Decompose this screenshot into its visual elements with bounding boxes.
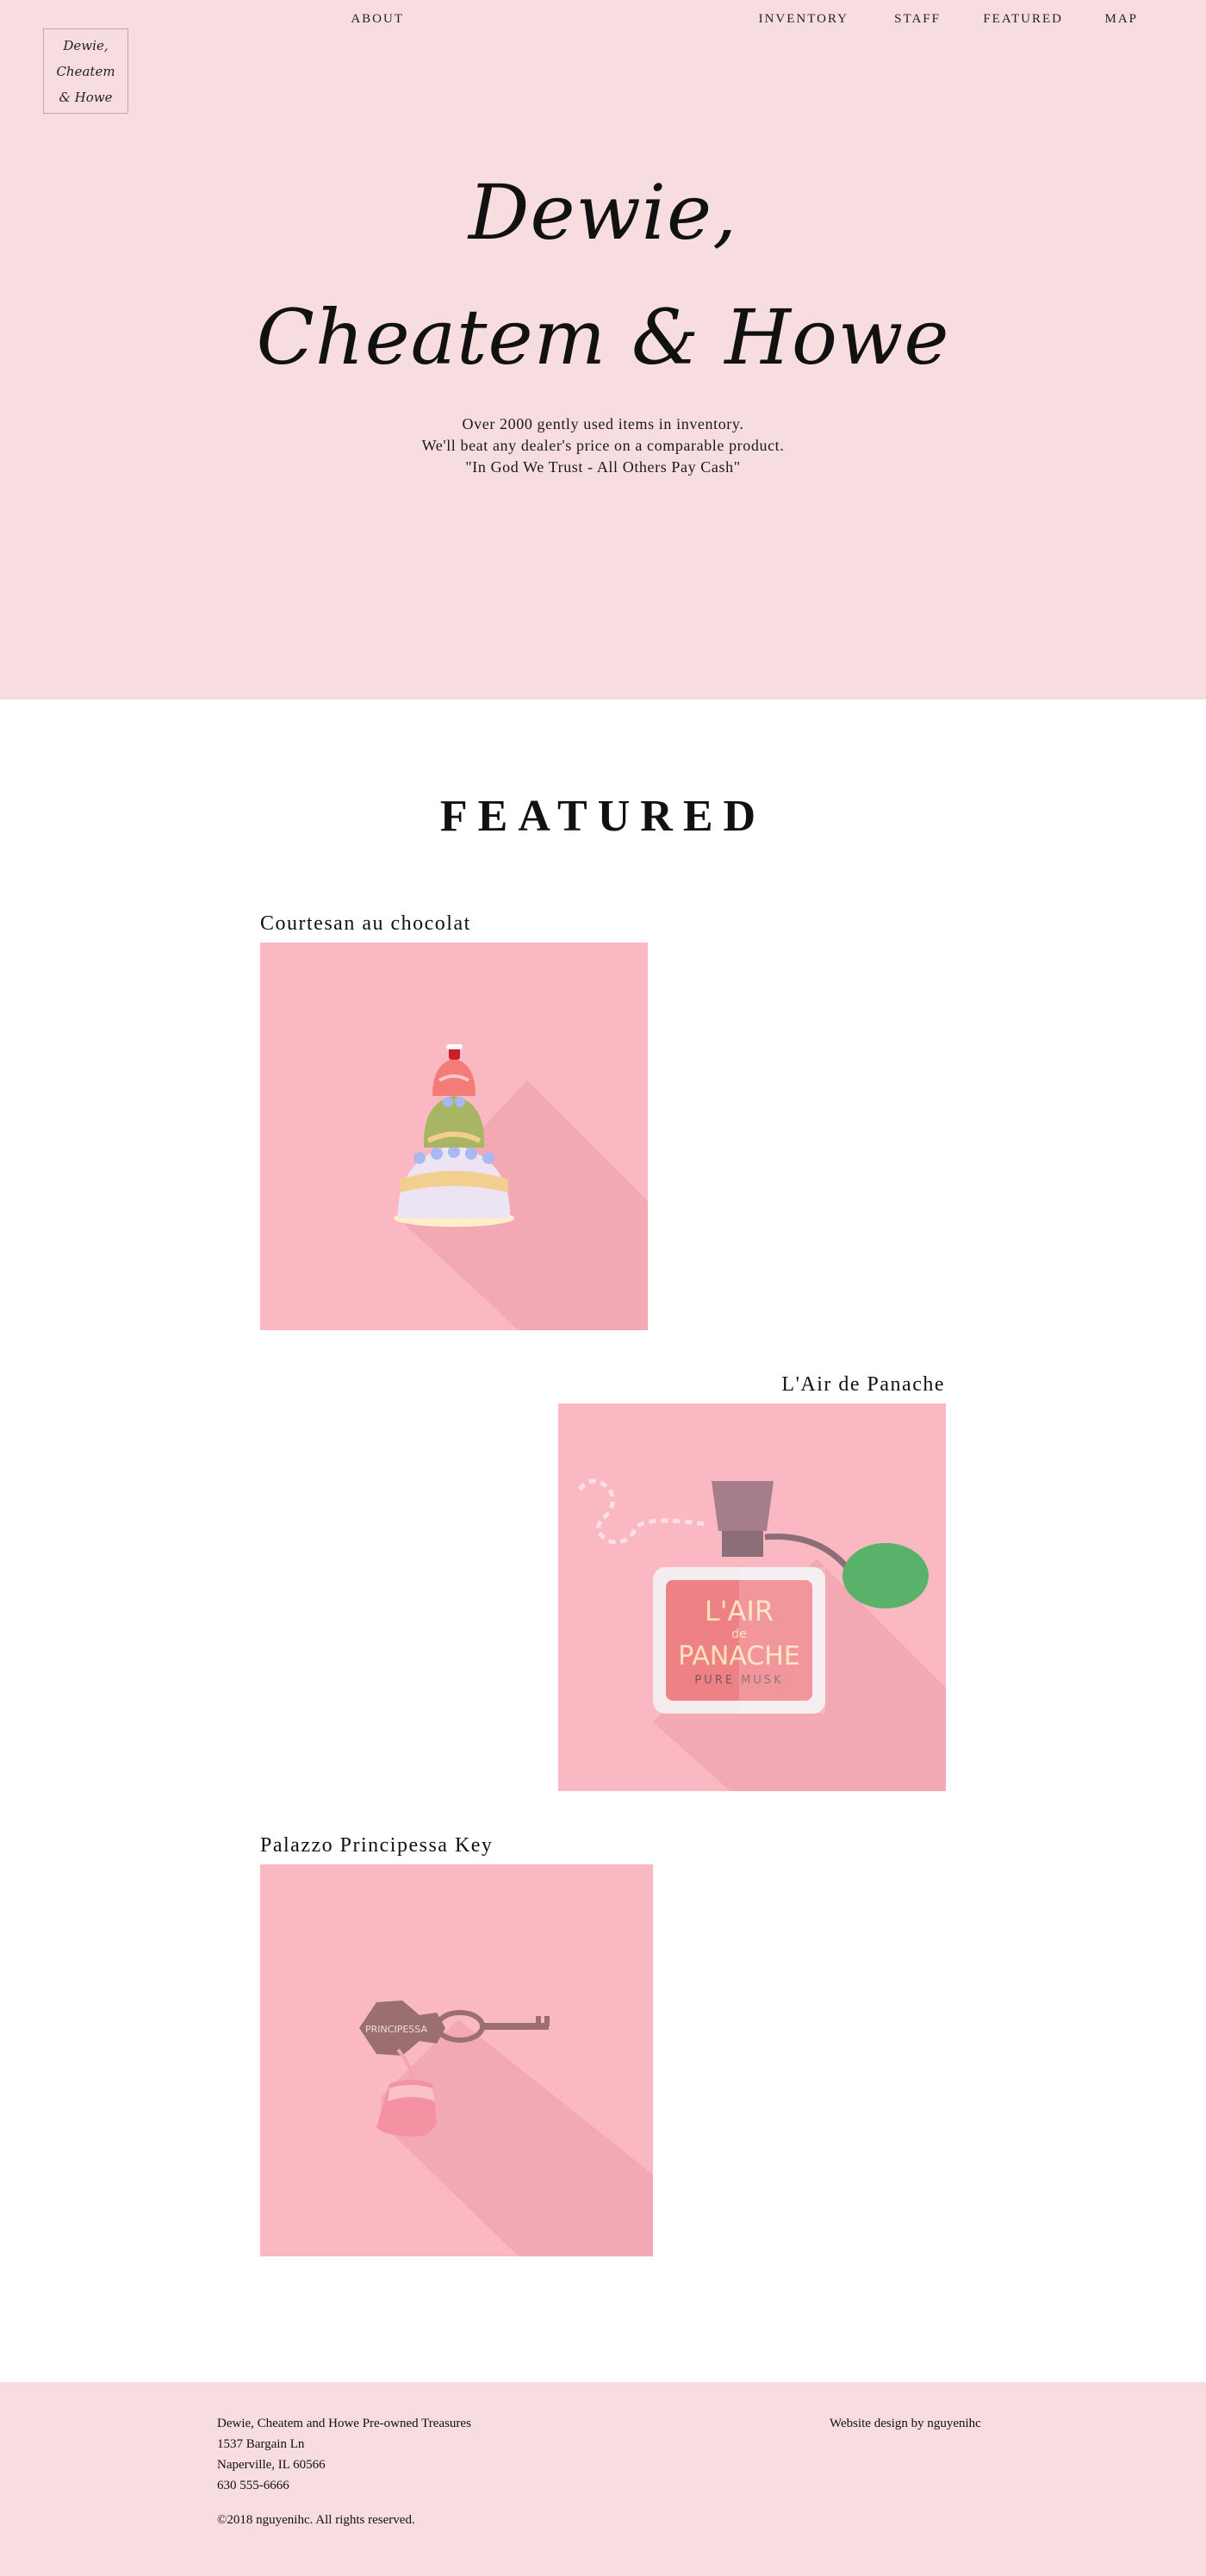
- item-title: Courtesan au chocolat: [260, 912, 471, 935]
- nav-featured[interactable]: FEATURED: [983, 12, 1063, 27]
- footer-company: Dewie, Cheatem and Howe Pre-owned Treasu…: [217, 2417, 471, 2430]
- pastry-illustration: [394, 1044, 648, 1330]
- nav-staff[interactable]: STAFF: [894, 12, 941, 27]
- footer-street: 1537 Bargain Ln: [217, 2437, 305, 2451]
- perfume-illustration: L'AIR de PANACHE PURE MUSK: [578, 1478, 946, 1791]
- hero-title-line2: Cheatem & Howe: [256, 293, 950, 382]
- footer-copyright: ©2018 nguyenihc. All rights reserved.: [217, 2513, 415, 2527]
- nav-inventory[interactable]: INVENTORY: [759, 12, 849, 27]
- hero-title-line1: Dewie,: [468, 168, 738, 257]
- logo-line: Dewie,: [63, 37, 109, 53]
- pastry-image[interactable]: [260, 943, 648, 1330]
- logo[interactable]: Dewie, Cheatem & Howe: [43, 28, 128, 114]
- featured-heading: FEATURED: [439, 792, 767, 841]
- footer: Dewie, Cheatem and Howe Pre-owned Treasu…: [0, 2382, 1206, 2576]
- logo-line: & Howe: [59, 89, 113, 105]
- logo-line: Cheatem: [56, 63, 115, 79]
- perfume-image[interactable]: L'AIR de PANACHE PURE MUSK: [558, 1403, 946, 1791]
- footer-city: Naperville, IL 60566: [217, 2458, 326, 2472]
- tagline-line: Over 2000 gently used items in inventory…: [462, 415, 744, 432]
- nav-map[interactable]: MAP: [1104, 12, 1138, 27]
- footer-phone: 630 555-6666: [217, 2479, 289, 2492]
- key-image[interactable]: PRINCIPESSA: [260, 1864, 653, 2256]
- key-illustration: PRINCIPESSA: [359, 2000, 653, 2256]
- tagline-line: "In God We Trust - All Others Pay Cash": [465, 458, 741, 476]
- hero-tagline: Over 2000 gently used items in inventory…: [0, 414, 1206, 478]
- hero-section: Dewie, Cheatem & Howe ABOUT INVENTORY ST…: [0, 0, 1206, 700]
- item-title: Palazzo Principessa Key: [260, 1834, 494, 1857]
- key-label: PRINCIPESSA: [365, 2024, 427, 2035]
- footer-credit[interactable]: Website design by nguyenihc: [830, 2417, 981, 2431]
- item-title: L'Air de Panache: [781, 1373, 945, 1396]
- nav-about[interactable]: ABOUT: [351, 12, 404, 27]
- tagline-line: We'll beat any dealer's price on a compa…: [421, 437, 785, 454]
